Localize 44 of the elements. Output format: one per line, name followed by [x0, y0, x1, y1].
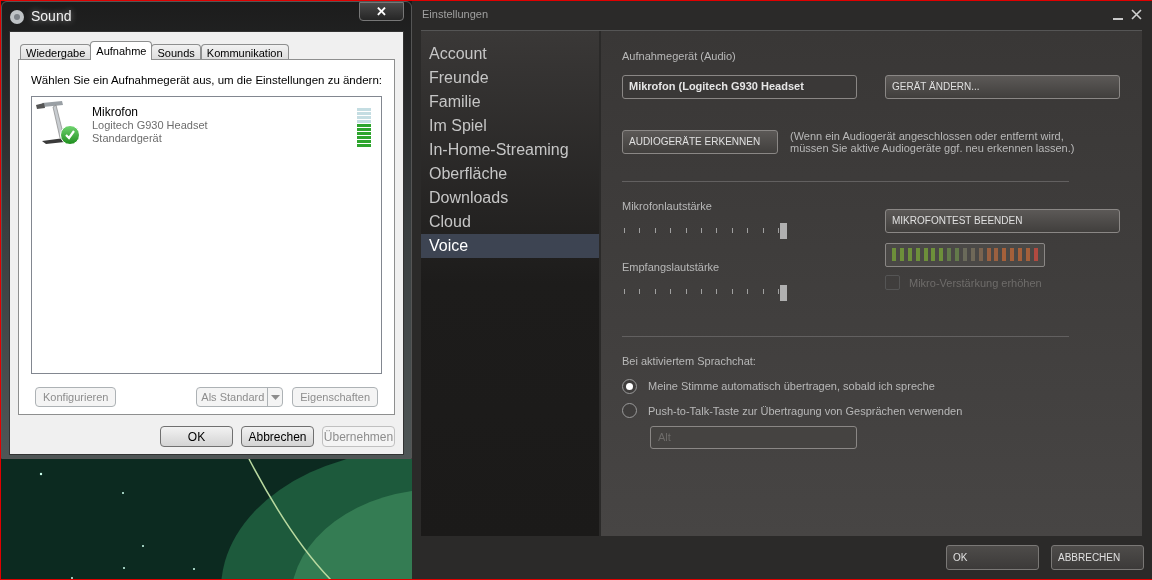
radio-button[interactable] — [622, 403, 637, 419]
sidebar-item[interactable]: Downloads — [421, 186, 599, 210]
detect-devices-button[interactable]: AUDIOGERÄTE ERKENNEN — [622, 129, 778, 154]
sidebar-item[interactable]: Familie — [421, 90, 599, 114]
hint-text: (Wenn ein Audiogerät angeschlossen oder entfernt wird, müssen Sie aktive Audiogeräte ggf. neu erkennen lassen.) — [790, 129, 1075, 154]
mic-test-button[interactable]: MIKROFONTEST BEENDEN — [885, 208, 1120, 233]
device-field[interactable]: Mikrofon (Logitech G930 Headset — [622, 74, 857, 99]
dialog-button[interactable]: Abbrechen — [241, 426, 314, 447]
slider-thumb[interactable] — [780, 223, 787, 239]
speaker-icon — [9, 8, 25, 25]
instruction-text: Wählen Sie ein Aufnahmegerät aus, um die Einstellungen zu ändern: — [31, 73, 382, 88]
footer-button[interactable]: ABBRECHEN — [1051, 545, 1144, 570]
sidebar-item[interactable]: Account — [421, 42, 599, 66]
radio-button[interactable] — [622, 378, 637, 394]
slider-label: Empfangslautstärke — [622, 260, 721, 275]
slider-label: Mikrofonlautstärke — [622, 198, 713, 214]
device-status: Standardgerät — [92, 132, 163, 146]
section-label: Bei aktiviertem Sprachchat: — [622, 353, 757, 369]
sidebar-item[interactable]: Cloud — [421, 210, 599, 234]
radio-label: Push-to-Talk-Taste zur Übertragung von Gesprächen verwenden — [648, 403, 963, 419]
window-title: Sound — [31, 7, 72, 26]
volume-slider[interactable] — [622, 223, 787, 237]
sidebar-item[interactable]: In-Home-Streaming — [421, 138, 599, 162]
sidebar-item[interactable]: Voice — [421, 234, 599, 258]
tab[interactable]: Wiedergabe — [20, 44, 92, 60]
tab[interactable]: Aufnahme — [90, 41, 153, 60]
window-title: Einstellungen — [422, 6, 489, 22]
slider-thumb[interactable] — [780, 284, 787, 301]
radio-label: Meine Stimme automatisch übertragen, sobald ich spreche — [648, 379, 935, 394]
device-name: Mikrofon — [92, 106, 139, 120]
dialog-button[interactable]: OK — [160, 426, 233, 447]
sidebar-item[interactable]: Im Spiel — [421, 114, 599, 138]
close-button[interactable]: ✕ — [359, 2, 404, 21]
footer-button[interactable]: OK — [946, 545, 1039, 570]
section-label: Aufnahmegerät (Audio) — [622, 49, 737, 64]
sidebar-item[interactable]: Freunde — [421, 66, 599, 90]
device-description: Logitech G930 Headset — [92, 119, 208, 133]
dropdown-arrow-icon — [267, 388, 283, 407]
change-device-button[interactable]: GERÄT ÄNDERN... — [885, 74, 1120, 99]
close-icon[interactable] — [1131, 8, 1142, 20]
volume-slider[interactable] — [622, 284, 787, 299]
tab[interactable]: Kommunikation — [200, 44, 289, 60]
tab[interactable]: Sounds — [151, 44, 201, 60]
sidebar-item[interactable]: Oberfläche — [421, 162, 599, 186]
